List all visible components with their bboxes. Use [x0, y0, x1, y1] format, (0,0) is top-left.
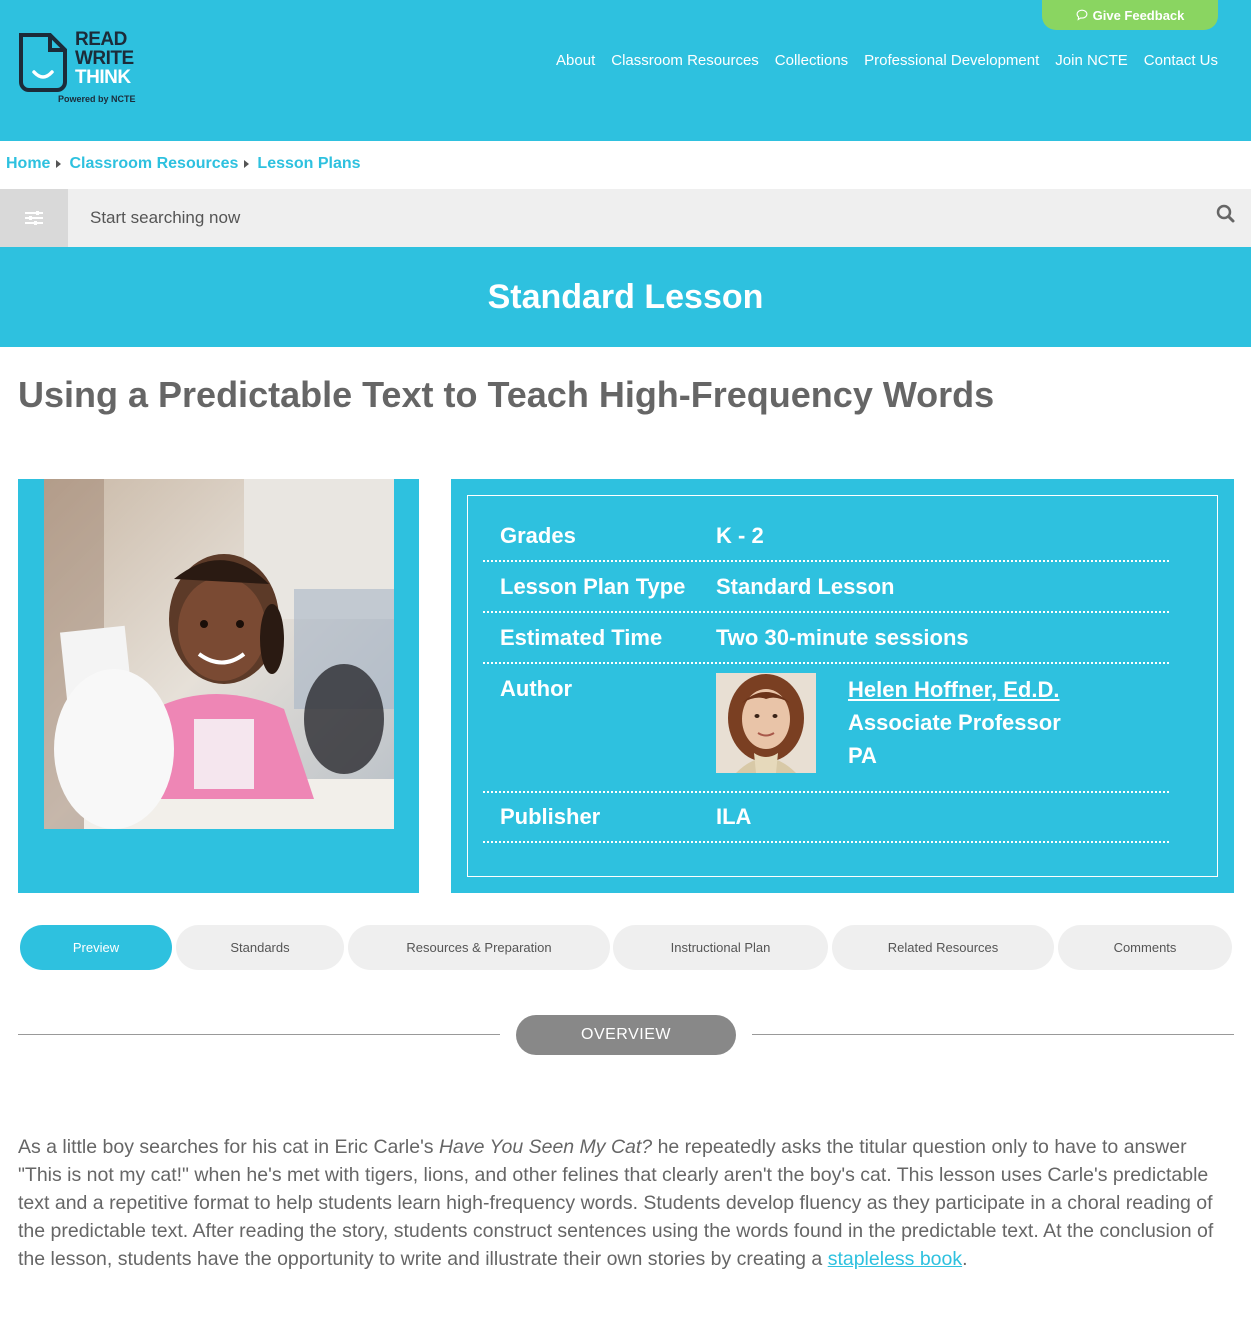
search-input[interactable] [90, 201, 1190, 235]
readwritethink-logo[interactable]: READ WRITE THINK Powered by NCTE [18, 30, 148, 110]
tab-standards[interactable]: Standards [176, 925, 344, 970]
author-label: Author [500, 676, 573, 701]
breadcrumb-separator-icon [56, 160, 62, 168]
nav-about[interactable]: About [556, 52, 595, 69]
grades-label: Grades [500, 523, 576, 548]
author-name-link[interactable]: Helen Hoffner, Ed.D. [848, 673, 1061, 706]
author-state: PA [848, 743, 877, 768]
nav-classroom-resources[interactable]: Classroom Resources [611, 52, 759, 69]
tab-preview[interactable]: Preview [20, 925, 172, 970]
publisher-label: Publisher [500, 804, 601, 829]
author-photo [716, 673, 816, 773]
lesson-image-panel [18, 479, 419, 893]
description-part-3: . [962, 1248, 968, 1270]
search-button[interactable] [1214, 202, 1238, 226]
stapleless-book-link[interactable]: stapleless book [828, 1248, 962, 1270]
info-row-author: Author Helen Hoffner, Ed.D. Associate Pr… [483, 673, 1169, 793]
author-details: Helen Hoffner, Ed.D. Associate Professor… [848, 673, 1061, 772]
nav-contact-us[interactable]: Contact Us [1144, 52, 1218, 69]
page-title: Using a Predictable Text to Teach High-F… [18, 374, 995, 415]
tab-resources-preparation[interactable]: Resources & Preparation [348, 925, 610, 970]
give-feedback-label: Give Feedback [1092, 7, 1185, 23]
lesson-type-banner: Standard Lesson [0, 247, 1251, 347]
main-nav: About Classroom Resources Collections Pr… [556, 52, 1218, 69]
book-title: Have You Seen My Cat? [438, 1136, 653, 1158]
lesson-info-panel: Grades K - 2 Lesson Plan Type Standard L… [451, 479, 1234, 893]
logo-think: THINK [75, 67, 131, 88]
search-icon [1216, 204, 1235, 223]
overview-divider-right [752, 1034, 1234, 1035]
overview-heading: OVERVIEW [516, 1015, 736, 1055]
breadcrumb-classroom-resources[interactable]: Classroom Resources [69, 155, 238, 173]
logo-write: WRITE [75, 48, 134, 69]
logo-powered-by: Powered by NCTE [58, 94, 136, 104]
estimated-time-value: Two 30-minute sessions [716, 625, 969, 650]
lesson-overview-text: As a little boy searches for his cat in … [18, 1133, 1228, 1273]
breadcrumb-lesson-plans[interactable]: Lesson Plans [257, 155, 360, 173]
give-feedback-button[interactable]: Give Feedback [1042, 0, 1218, 30]
nav-collections[interactable]: Collections [775, 52, 848, 69]
breadcrumb-home[interactable]: Home [6, 155, 50, 173]
filter-button[interactable] [0, 189, 68, 247]
nav-join-ncte[interactable]: Join NCTE [1055, 52, 1128, 69]
author-title: Associate Professor [848, 710, 1061, 735]
nav-professional-development[interactable]: Professional Development [864, 52, 1039, 69]
chat-bubble-icon [1076, 9, 1088, 21]
lesson-plan-type-label: Lesson Plan Type [500, 574, 686, 599]
tab-related-resources[interactable]: Related Resources [832, 925, 1054, 970]
info-row-grades: Grades K - 2 [483, 523, 1169, 562]
breadcrumb: Home Classroom Resources Lesson Plans [6, 155, 361, 173]
site-header: Give Feedback READ WRITE THINK Powered b… [0, 0, 1251, 141]
lesson-plan-type-value: Standard Lesson [716, 574, 895, 599]
description-part-1: As a little boy searches for his cat in … [18, 1136, 439, 1158]
publisher-value: ILA [716, 804, 752, 829]
info-row-publisher: Publisher ILA [483, 804, 1169, 843]
estimated-time-label: Estimated Time [500, 625, 663, 650]
tab-comments[interactable]: Comments [1058, 925, 1232, 970]
search-bar [0, 189, 1251, 247]
lesson-photo [44, 479, 394, 829]
info-row-lesson-plan-type: Lesson Plan Type Standard Lesson [483, 574, 1169, 613]
tab-instructional-plan[interactable]: Instructional Plan [613, 925, 828, 970]
logo-mark-icon [19, 33, 67, 92]
logo-read: READ [75, 29, 127, 50]
logo-wordmark: READ WRITE THINK [75, 30, 134, 87]
breadcrumb-separator-icon [244, 160, 250, 168]
banner-title: Standard Lesson [487, 277, 764, 316]
grades-value: K - 2 [716, 523, 764, 548]
sliders-icon [25, 211, 43, 225]
info-row-estimated-time: Estimated Time Two 30-minute sessions [483, 625, 1169, 664]
overview-divider-left [18, 1034, 500, 1035]
